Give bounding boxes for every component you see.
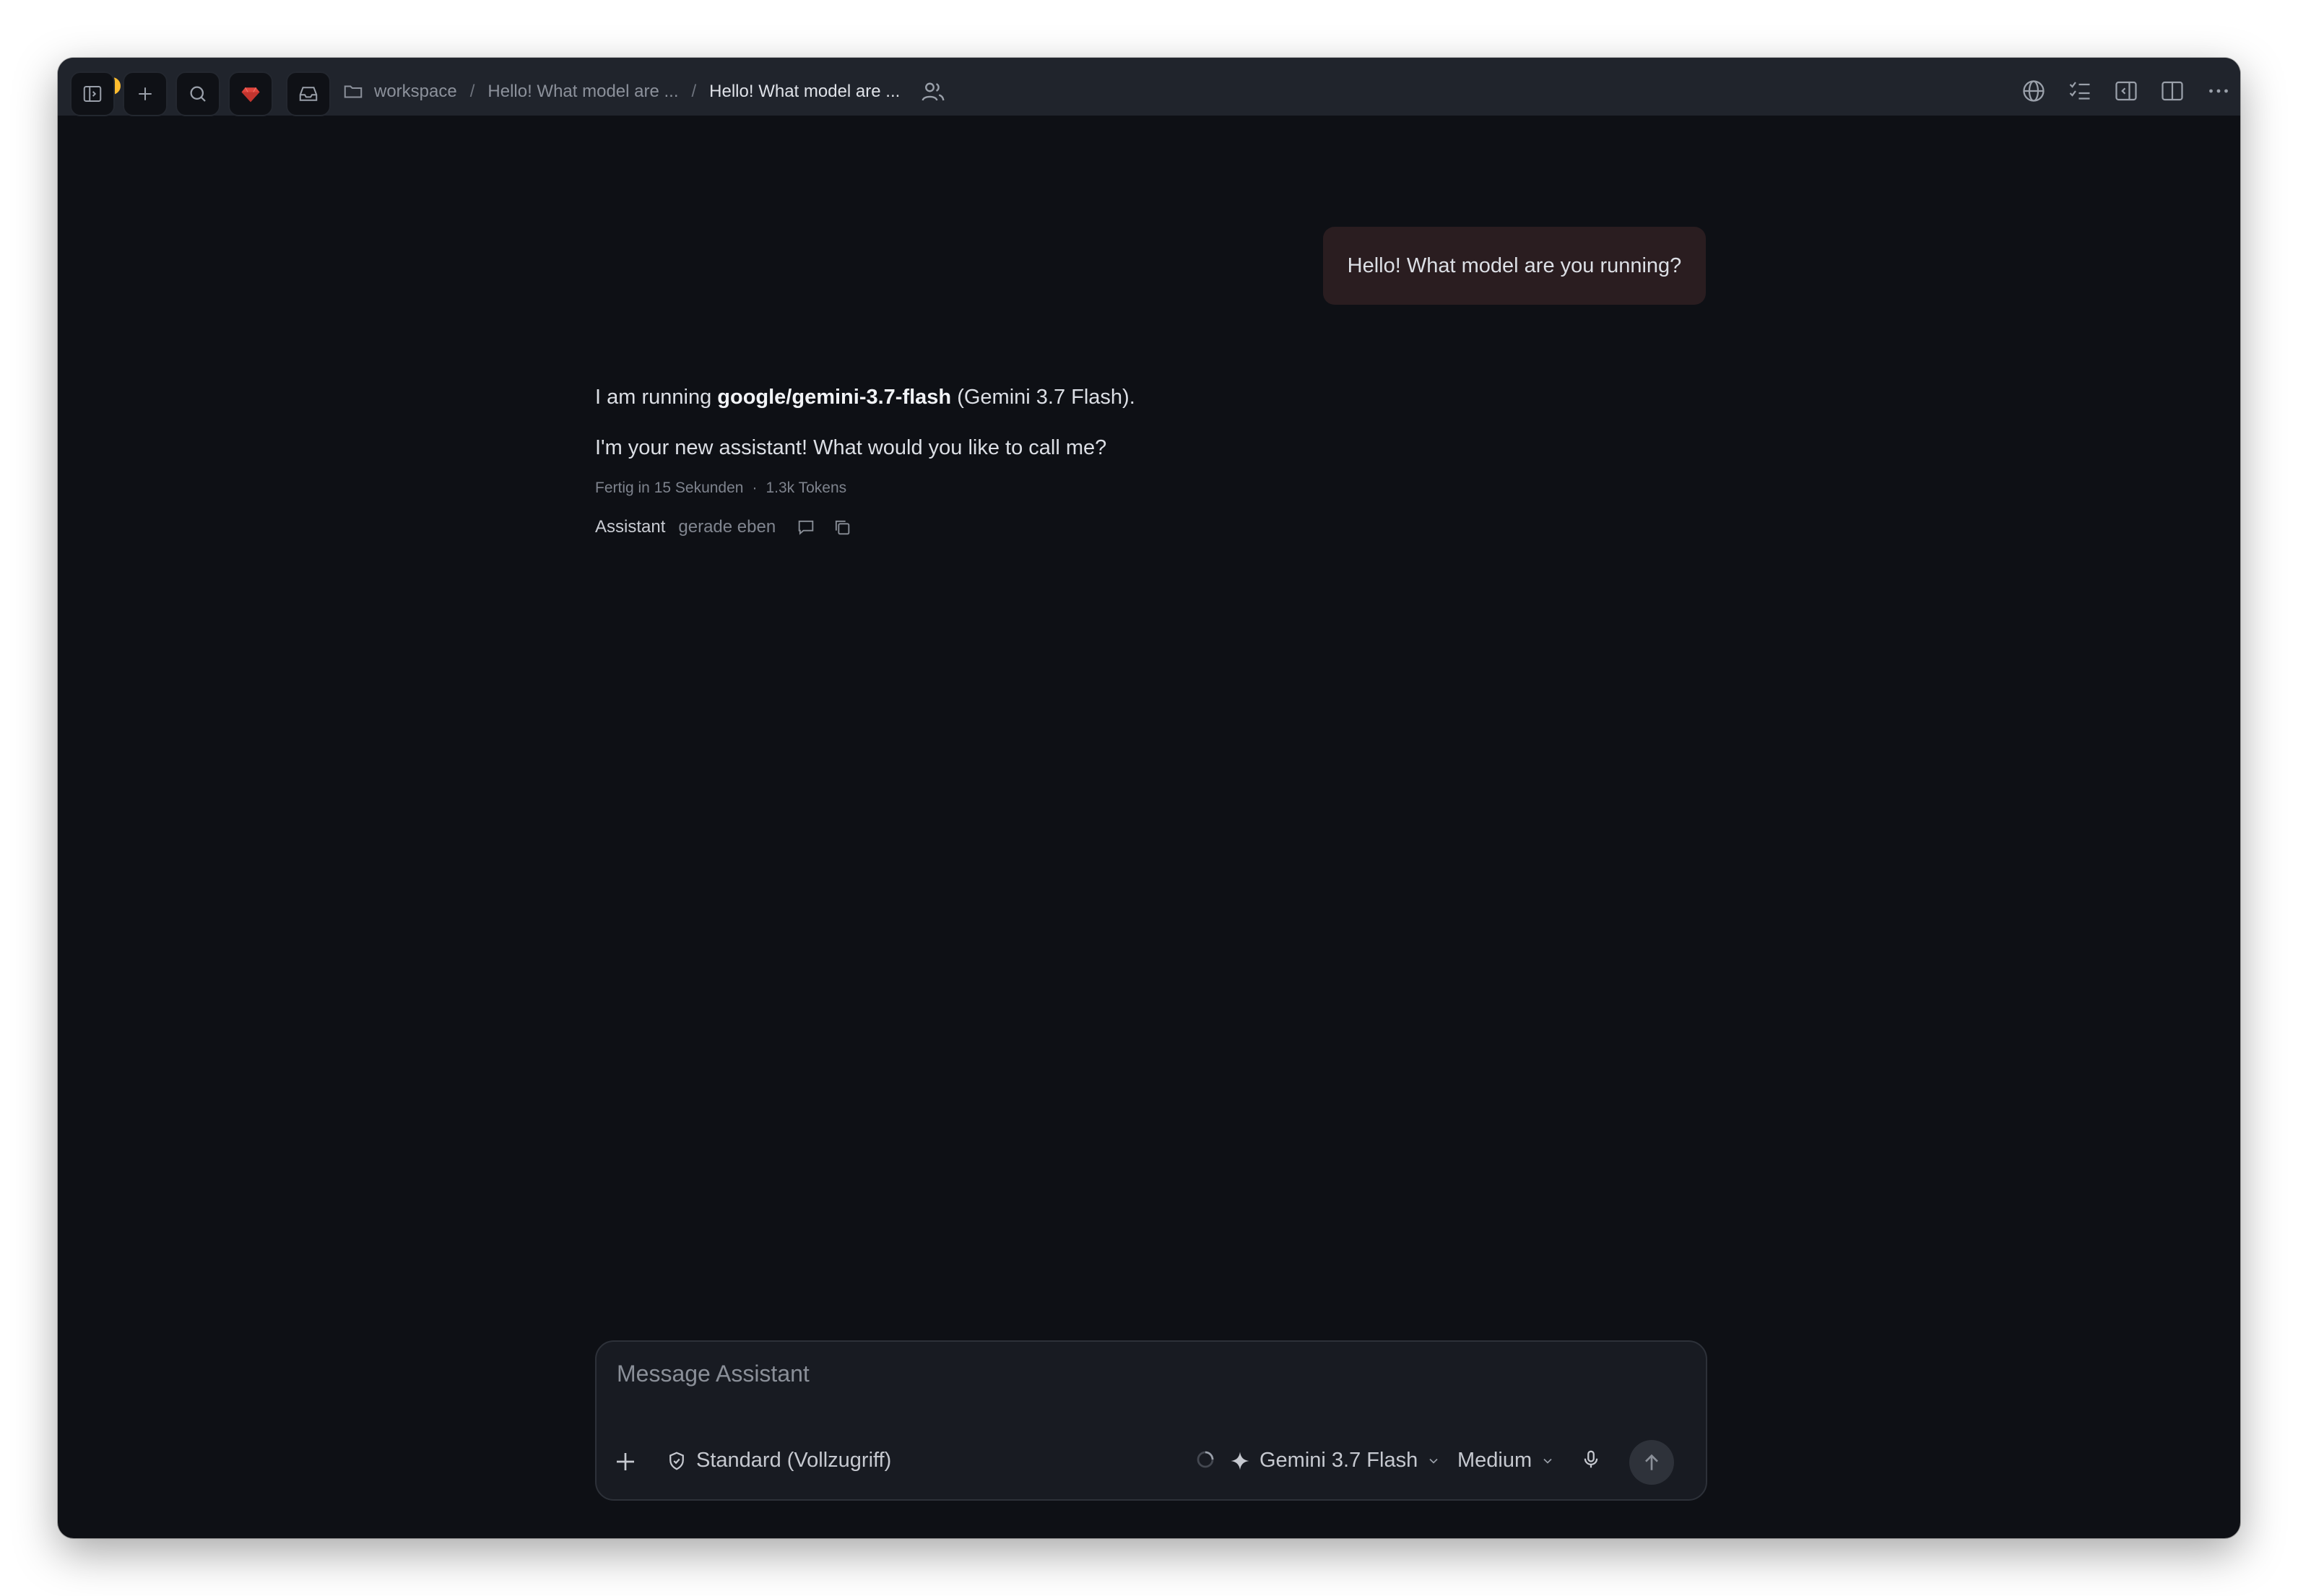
model-label: Gemini 3.7 Flash bbox=[1259, 1449, 1418, 1472]
globe-icon bbox=[2023, 80, 2045, 102]
assistant-message-line-1: I am running google/gemini-3.7-flash (Ge… bbox=[595, 386, 1135, 409]
more-options-button[interactable] bbox=[2206, 78, 2232, 104]
permission-selector[interactable]: Standard (Vollzugriff) bbox=[666, 1449, 891, 1473]
attach-button[interactable] bbox=[612, 1449, 638, 1475]
folder-icon bbox=[344, 85, 363, 98]
breadcrumb-separator: / bbox=[469, 82, 475, 101]
breadcrumb: workspace / Hello! What model are ... / … bbox=[342, 74, 946, 110]
split-view-button[interactable] bbox=[2159, 78, 2185, 104]
breadcrumb-separator: / bbox=[691, 82, 697, 101]
tasks-button[interactable] bbox=[2067, 78, 2093, 104]
effort-selector[interactable]: Medium bbox=[1457, 1449, 1555, 1473]
brand-button[interactable] bbox=[228, 71, 273, 116]
language-button[interactable] bbox=[2021, 78, 2047, 104]
sidebar-toggle-icon bbox=[83, 86, 102, 102]
new-chat-button[interactable] bbox=[123, 71, 168, 116]
chevron-down-icon bbox=[1543, 1458, 1552, 1464]
meta-separator: · bbox=[752, 480, 758, 496]
panel-left-button[interactable] bbox=[2113, 78, 2139, 104]
permission-label: Standard (Vollzugriff) bbox=[696, 1449, 892, 1472]
breadcrumb-parent[interactable]: Hello! What model are ... bbox=[487, 82, 678, 102]
search-icon bbox=[190, 86, 206, 102]
search-button[interactable] bbox=[175, 71, 220, 116]
sparkle-icon bbox=[1231, 1452, 1249, 1470]
sidebar-toggle-button[interactable] bbox=[70, 71, 115, 116]
message-time: gerade eben bbox=[678, 517, 776, 537]
message-footer: Assistant gerade eben bbox=[595, 513, 852, 542]
assistant-model-id: google/gemini-3.7-flash bbox=[717, 386, 952, 409]
app-window bbox=[58, 58, 2240, 1538]
chevron-down-icon bbox=[1429, 1458, 1438, 1464]
inbox-icon bbox=[299, 87, 318, 101]
people-icon bbox=[922, 82, 945, 101]
checklist-icon bbox=[2069, 82, 2090, 100]
panel-left-icon bbox=[2115, 81, 2137, 101]
meta-tokens: 1.3k Tokens bbox=[766, 480, 847, 496]
microphone-icon bbox=[1584, 1450, 1598, 1468]
copy-icon bbox=[836, 520, 850, 535]
message-input[interactable]: Message Assistant bbox=[617, 1361, 810, 1387]
loading-spinner-icon bbox=[1197, 1451, 1214, 1468]
voice-input-button[interactable] bbox=[1580, 1449, 1602, 1470]
comment-button[interactable] bbox=[796, 517, 816, 537]
plus-icon bbox=[617, 1453, 634, 1470]
plus-icon bbox=[139, 87, 152, 100]
breadcrumb-root[interactable]: workspace bbox=[374, 82, 457, 102]
copy-button[interactable] bbox=[832, 517, 852, 537]
user-message-bubble: Hello! What model are you running? bbox=[1323, 227, 1706, 305]
breadcrumb-current[interactable]: Hello! What model are ... bbox=[709, 82, 900, 102]
user-message-text: Hello! What model are you running? bbox=[1347, 253, 1682, 277]
message-composer: Message Assistant Standard (Vollzugriff)… bbox=[595, 1340, 1707, 1501]
message-meta: Fertig in 15 Sekunden · 1.3k Tokens bbox=[595, 480, 846, 497]
inbox-button[interactable] bbox=[286, 71, 331, 116]
share-button[interactable] bbox=[920, 79, 946, 105]
comment-icon bbox=[798, 520, 814, 535]
message-author: Assistant bbox=[595, 517, 666, 537]
assistant-text-line-2: I'm your new assistant! What would you l… bbox=[595, 436, 1107, 459]
meta-duration: Fertig in 15 Sekunden bbox=[595, 480, 744, 496]
assistant-text-suffix: (Gemini 3.7 Flash). bbox=[951, 386, 1135, 409]
send-button[interactable] bbox=[1629, 1440, 1674, 1485]
assistant-message-line-2: I'm your new assistant! What would you l… bbox=[595, 436, 1106, 460]
shield-check-icon bbox=[669, 1452, 684, 1470]
model-selector[interactable]: Gemini 3.7 Flash bbox=[1229, 1449, 1441, 1473]
split-view-icon bbox=[2162, 81, 2183, 101]
more-icon bbox=[2209, 89, 2228, 93]
effort-label: Medium bbox=[1457, 1449, 1532, 1472]
status-indicator bbox=[1194, 1449, 1216, 1470]
gem-logo-icon bbox=[241, 87, 260, 103]
assistant-text-prefix: I am running bbox=[595, 386, 718, 409]
arrow-up-icon bbox=[1645, 1454, 1658, 1470]
